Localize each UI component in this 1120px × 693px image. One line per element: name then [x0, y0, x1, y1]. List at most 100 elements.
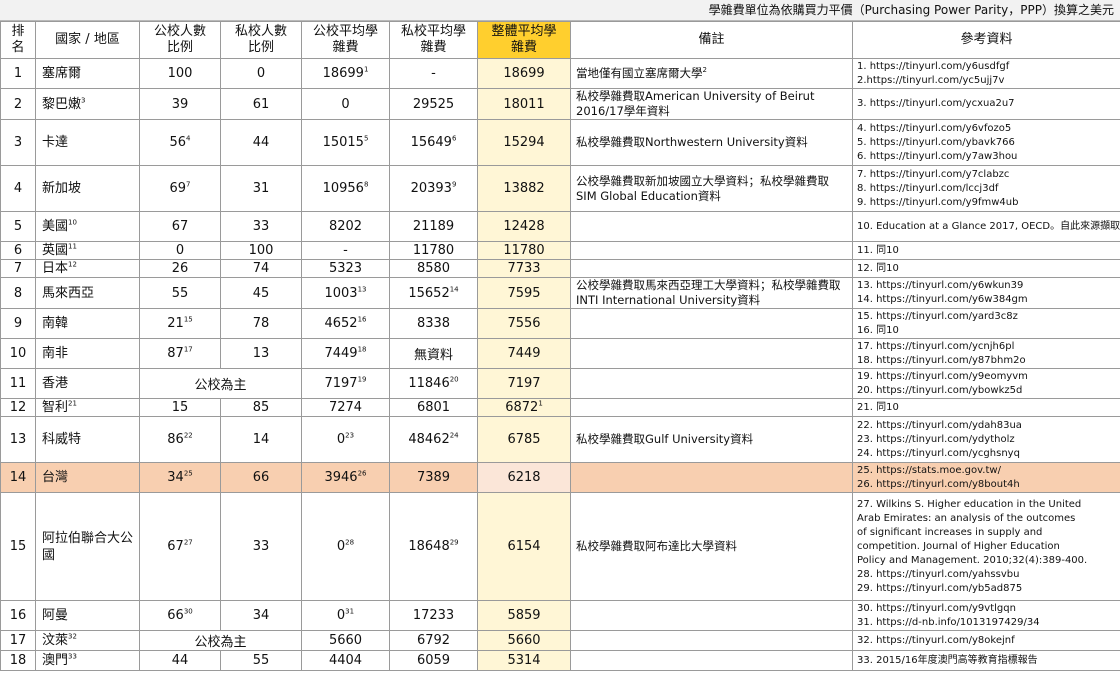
- private-ratio-cell: 33: [220, 492, 302, 601]
- references-cell: 13. https://tinyurl.com/y6wkun39 14. http…: [852, 277, 1120, 309]
- private-fee-cell: 7389: [389, 462, 478, 493]
- reference-line: 20. https://tinyurl.com/ybowkz5d: [857, 384, 1023, 396]
- overall-fee-cell: 6785: [477, 416, 571, 463]
- reference-line: 13. https://tinyurl.com/y6wkun39: [857, 280, 1024, 291]
- country-cell-value: 汶萊: [42, 633, 69, 648]
- public-fee-cell: 150155: [301, 119, 390, 166]
- ratio-merged-cell-value: 公校為主: [194, 378, 247, 393]
- private-ratio-cell: 0: [220, 58, 302, 89]
- overall-fee-cell: 68721: [477, 398, 571, 417]
- private-fee-cell-footnote: 9: [451, 180, 457, 189]
- country-cell-footnote: 11: [68, 242, 77, 251]
- references-cell: 11. 同10: [852, 241, 1120, 260]
- country-cell: 日本12: [35, 259, 140, 278]
- public-fee-cell-footnote: 5: [363, 134, 369, 143]
- private-fee-cell-value: 11846: [408, 376, 450, 391]
- overall-fee-cell-footnote: 1: [538, 399, 543, 408]
- overall-fee-cell-value: 5314: [507, 653, 541, 668]
- overall-fee-cell: 13882: [477, 165, 571, 212]
- public-ratio-cell-value: 21: [167, 316, 184, 331]
- country-cell-value: 智利: [42, 400, 69, 415]
- rank-cell-value: 16: [9, 608, 27, 623]
- references-cell: 4. https://tinyurl.com/y6vfozo5 5. https:…: [852, 119, 1120, 166]
- public-ratio-cell-value: 100: [167, 66, 193, 81]
- country-cell: 智利21: [35, 398, 140, 417]
- public-ratio-cell: 3425: [139, 462, 221, 493]
- public-fee-cell-footnote: 28: [345, 538, 355, 547]
- country-cell-value: 塞席爾: [42, 66, 82, 81]
- public-fee-cell: 028: [301, 492, 390, 601]
- references-cell: 12. 同10: [852, 259, 1120, 278]
- note-cell: [570, 600, 853, 631]
- private-ratio-cell-value: 85: [252, 400, 270, 415]
- private-ratio-cell: 31: [220, 165, 302, 212]
- references-cell: 10. Education at a Glance 2017, OECD。自此來…: [852, 211, 1120, 242]
- overall-fee-cell: 7733: [477, 259, 571, 278]
- public-ratio-cell-value: 86: [167, 432, 184, 447]
- public-ratio-cell-value: 67: [171, 219, 189, 234]
- rank-cell-value: 14: [9, 470, 27, 485]
- public-fee-cell-value: 4404: [328, 653, 363, 668]
- overall-fee-cell: 11780: [477, 241, 571, 260]
- reference-line: 23. https://tinyurl.com/ydytholz: [857, 433, 1015, 445]
- public-fee-cell: 7274: [301, 398, 390, 417]
- country-cell: 台灣: [35, 462, 140, 493]
- private-ratio-cell-value: 61: [252, 96, 270, 112]
- private-ratio-cell: 33: [220, 211, 302, 242]
- private-ratio-cell: 45: [220, 277, 302, 309]
- reference-line: 7. https://tinyurl.com/y7clabzc: [857, 168, 1010, 180]
- private-fee-cell-value: 6801: [416, 400, 451, 415]
- overall-fee-cell-value: 13882: [503, 181, 545, 196]
- private-fee-cell: 無資料: [389, 338, 478, 369]
- public-fee-cell: 5323: [301, 259, 390, 278]
- public-fee-cell-footnote: 19: [357, 375, 367, 384]
- private-ratio-cell-value: 13: [252, 346, 270, 361]
- public-fee-cell-footnote: 16: [357, 315, 367, 324]
- country-cell-value: 卡達: [42, 135, 69, 150]
- country-cell-value: 馬來西亞: [42, 285, 95, 301]
- public-fee-cell-value: 7197: [324, 376, 358, 391]
- rank-cell: 7: [0, 259, 36, 278]
- private-fee-cell-footnote: 20: [449, 375, 459, 384]
- references-cell: 19. https://tinyurl.com/y9eomyvm 20. http…: [852, 368, 1120, 399]
- note-cell: [570, 398, 853, 417]
- table-row: 3 卡達 564 44 150155 156496 15294 私校學雜費取Northwest…: [0, 119, 1120, 166]
- overall-fee-cell-value: 18699: [503, 66, 545, 81]
- private-ratio-cell: 66: [220, 462, 302, 493]
- private-fee-cell-value: 15652: [408, 285, 450, 301]
- overall-fee-cell: 5314: [477, 650, 571, 671]
- public-fee-cell: 109568: [301, 165, 390, 212]
- public-ratio-cell: 0: [139, 241, 221, 260]
- public-fee-cell-value: 8202: [328, 219, 363, 234]
- public-ratio-cell: 564: [139, 119, 221, 166]
- private-fee-cell: 6792: [389, 630, 478, 651]
- overall-fee-cell-value: 6872: [505, 400, 539, 415]
- overall-fee-cell: 7197: [477, 368, 571, 399]
- reference-line: 14. https://tinyurl.com/y6w384gm: [857, 294, 1028, 305]
- public-ratio-cell-value: 69: [169, 181, 187, 196]
- public-ratio-cell-footnote: 17: [183, 345, 193, 354]
- public-fee-cell-footnote: 8: [363, 180, 369, 189]
- private-ratio-cell-value: 100: [248, 243, 274, 258]
- public-ratio-cell-value: 67: [167, 539, 184, 554]
- public-fee-cell-value: 7274: [328, 400, 363, 415]
- rank-cell: 11: [0, 368, 36, 399]
- note-cell: [570, 308, 853, 339]
- private-ratio-cell: 61: [220, 88, 302, 120]
- public-ratio-cell-footnote: 25: [183, 469, 193, 478]
- private-fee-cell-value: 21189: [412, 219, 455, 234]
- ratio-merged-cell: 公校為主: [139, 630, 302, 651]
- rank-cell: 16: [0, 600, 36, 631]
- private-ratio-cell: 14: [220, 416, 302, 463]
- rank-cell: 12: [0, 398, 36, 417]
- note-cell: [570, 630, 853, 651]
- public-fee-cell: 031: [301, 600, 390, 631]
- private-ratio-cell: 13: [220, 338, 302, 369]
- country-cell: 澳門33: [35, 650, 140, 671]
- references-cell: 21. 同10: [852, 398, 1120, 417]
- ratio-merged-cell-value: 公校為主: [194, 635, 247, 650]
- public-ratio-cell: 2115: [139, 308, 221, 339]
- country-cell-value: 黎巴嫩: [42, 96, 82, 112]
- country-cell-value: 新加坡: [42, 181, 82, 196]
- rank-cell: 8: [0, 277, 36, 309]
